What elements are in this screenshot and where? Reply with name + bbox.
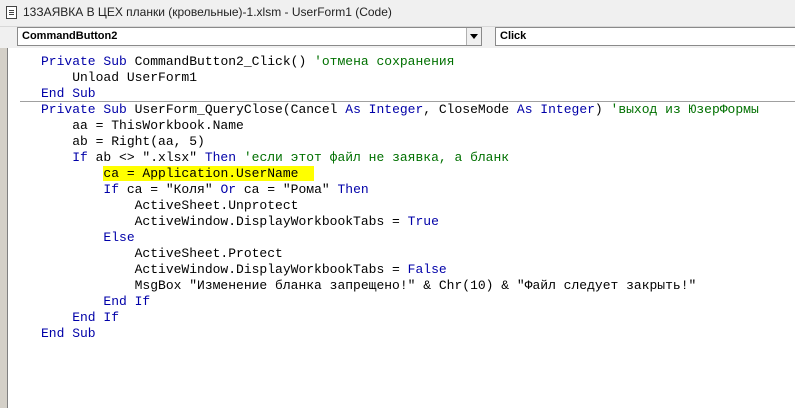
code-line-16[interactable]: End If (41, 294, 150, 310)
code-line-8[interactable]: ca = Application.UserName (41, 166, 315, 182)
code-line-17[interactable]: End If (41, 310, 119, 326)
code-line-18[interactable]: End Sub (41, 326, 96, 342)
code-window-icon (6, 6, 17, 19)
title-bar: 13ЗАЯВКА В ЦЕХ планки (кровельные)-1.xls… (0, 0, 795, 27)
code-line-10[interactable]: ActiveSheet.Unprotect (41, 198, 299, 214)
code-line-3[interactable]: End Sub (41, 86, 96, 102)
code-line-5[interactable]: aa = ThisWorkbook.Name (41, 118, 244, 134)
code-toolbar: CommandButton2 Click (0, 27, 795, 48)
procedure-dropdown-value: Click (500, 30, 527, 42)
code-editor: Private Sub CommandButton2_Click() 'отме… (0, 48, 795, 408)
code-line-1[interactable]: Private Sub CommandButton2_Click() 'отме… (41, 54, 455, 70)
procedure-dropdown[interactable]: Click (495, 27, 795, 46)
code-line-4[interactable]: Private Sub UserForm_QueryClose(Cancel A… (41, 102, 759, 118)
highlighted-selection: ca = Application.UserName (103, 166, 315, 181)
chevron-down-icon[interactable] (466, 28, 481, 45)
object-dropdown[interactable]: CommandButton2 (17, 27, 482, 46)
object-dropdown-value: CommandButton2 (22, 30, 118, 42)
code-line-6[interactable]: ab = Right(aa, 5) (41, 134, 205, 150)
code-line-7[interactable]: If ab <> ".xlsx" Then 'если этот файл не… (41, 150, 509, 166)
code-line-15[interactable]: MsgBox "Изменение бланка запрещено!" & C… (41, 278, 697, 294)
code-line-2[interactable]: Unload UserForm1 (41, 70, 197, 86)
window-title: 13ЗАЯВКА В ЦЕХ планки (кровельные)-1.xls… (23, 5, 392, 19)
code-line-12[interactable]: Else (41, 230, 134, 246)
margin-indicator-bar[interactable] (0, 48, 7, 408)
code-line-14[interactable]: ActiveWindow.DisplayWorkbookTabs = False (41, 262, 447, 278)
code-line-11[interactable]: ActiveWindow.DisplayWorkbookTabs = True (41, 214, 439, 230)
code-text-area[interactable]: Private Sub CommandButton2_Click() 'отме… (7, 48, 795, 408)
code-line-13[interactable]: ActiveSheet.Protect (41, 246, 283, 262)
code-line-9[interactable]: If ca = "Коля" Or ca = "Рома" Then (41, 182, 368, 198)
